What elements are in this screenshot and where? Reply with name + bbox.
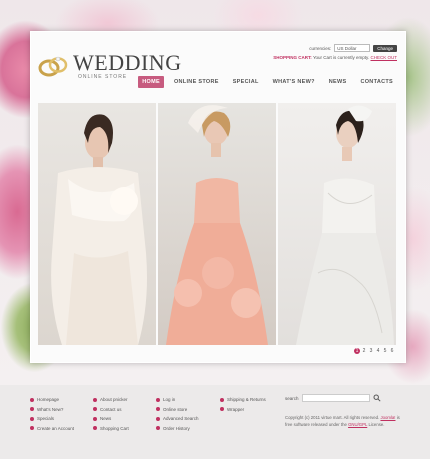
- footer-column-3: Log in Online store Advanced Search Orde…: [156, 395, 199, 433]
- footer-column-2: About pnicker Contact us News Shopping C…: [93, 395, 129, 433]
- footer-column-1: Homepage What's New? Specials Create an …: [30, 395, 74, 433]
- nav-contacts[interactable]: CONTACTS: [356, 76, 397, 88]
- currency-label: currencies:: [309, 45, 332, 51]
- cart-label: SHOPPING CART:: [273, 55, 312, 60]
- footer-link[interactable]: Create an Account: [30, 424, 74, 434]
- header-tools: currencies: US Dollar Change SHOPPING CA…: [273, 44, 397, 60]
- footer-link[interactable]: Shopping Cart: [93, 424, 129, 434]
- main-nav: HOME ONLINE STORE SPECIAL WHAT'S NEW? NE…: [138, 76, 397, 88]
- brand-tagline: ONLINE STORE: [78, 74, 128, 80]
- search-label: search: [285, 396, 299, 401]
- currency-change-button[interactable]: Change: [373, 44, 397, 52]
- footer-link[interactable]: Log in: [156, 395, 199, 405]
- pager-page-2[interactable]: 2: [361, 348, 367, 354]
- bullet-icon: [156, 407, 160, 412]
- cart-status: SHOPPING CART: Your Cart is currently em…: [273, 55, 397, 60]
- store-window: WEDDING ONLINE STORE currencies: US Doll…: [30, 31, 406, 363]
- currency-selector: currencies: US Dollar Change: [273, 44, 397, 52]
- nav-special[interactable]: SPECIAL: [229, 76, 263, 88]
- search-input[interactable]: [302, 394, 370, 402]
- footer-link[interactable]: Advanced Search: [156, 414, 199, 424]
- footer-column-4: Shipping & Returns Wrapper: [220, 395, 266, 414]
- bullet-icon: [220, 407, 224, 412]
- bullet-icon: [93, 407, 97, 412]
- checkout-link[interactable]: CHECK OUT: [370, 55, 397, 60]
- footer-link[interactable]: Specials: [30, 414, 74, 424]
- footer-link[interactable]: Order History: [156, 424, 199, 434]
- footer-link[interactable]: Contact us: [93, 405, 129, 415]
- pager-page-6[interactable]: 6: [389, 348, 395, 354]
- hero-slideshow[interactable]: [38, 103, 396, 345]
- license-link[interactable]: GNU/GPL: [348, 422, 367, 427]
- bullet-icon: [156, 416, 160, 421]
- nav-whats-new[interactable]: WHAT'S NEW?: [269, 76, 319, 88]
- slideshow-pager: 1 2 3 4 5 6: [354, 348, 395, 354]
- slide-photo-peach-gown: [158, 103, 276, 345]
- joomla-link[interactable]: Joomla!: [380, 415, 395, 420]
- nav-home[interactable]: HOME: [138, 76, 164, 88]
- nav-news[interactable]: NEWS: [325, 76, 351, 88]
- footer-link[interactable]: Wrapper: [220, 405, 266, 415]
- bullet-icon: [30, 416, 34, 421]
- pager-page-3[interactable]: 3: [368, 348, 374, 354]
- bullet-icon: [156, 426, 160, 431]
- pager-page-5[interactable]: 5: [382, 348, 388, 354]
- footer-link[interactable]: Shipping & Returns: [220, 395, 266, 405]
- slide-photo-ivory-gown: [38, 103, 156, 345]
- brand-title[interactable]: WEDDING: [73, 50, 182, 76]
- nav-online-store[interactable]: ONLINE STORE: [170, 76, 223, 88]
- site-footer: Homepage What's New? Specials Create an …: [0, 385, 430, 459]
- footer-link[interactable]: About pnicker: [93, 395, 129, 405]
- bullet-icon: [156, 397, 160, 402]
- bullet-icon: [30, 397, 34, 402]
- pager-page-4[interactable]: 4: [375, 348, 381, 354]
- bullet-icon: [93, 426, 97, 431]
- footer-link[interactable]: News: [93, 414, 129, 424]
- footer-link[interactable]: Homepage: [30, 395, 74, 405]
- bullet-icon: [30, 407, 34, 412]
- bullet-icon: [93, 416, 97, 421]
- cart-text: Your Cart is currently empty.: [312, 55, 370, 60]
- search-icon[interactable]: [373, 394, 381, 402]
- bullet-icon: [30, 426, 34, 431]
- bullet-icon: [93, 397, 97, 402]
- pager-page-1[interactable]: 1: [354, 348, 360, 354]
- footer-link[interactable]: What's New?: [30, 405, 74, 415]
- bullet-icon: [220, 397, 224, 402]
- slide-photo-lace-gown: [278, 103, 396, 345]
- footer-link[interactable]: Online store: [156, 405, 199, 415]
- currency-dropdown[interactable]: US Dollar: [334, 44, 371, 52]
- rings-logo-icon: [38, 56, 68, 77]
- copyright-notice: Copyright (c) 2011 virtue mart. All righ…: [285, 415, 400, 427]
